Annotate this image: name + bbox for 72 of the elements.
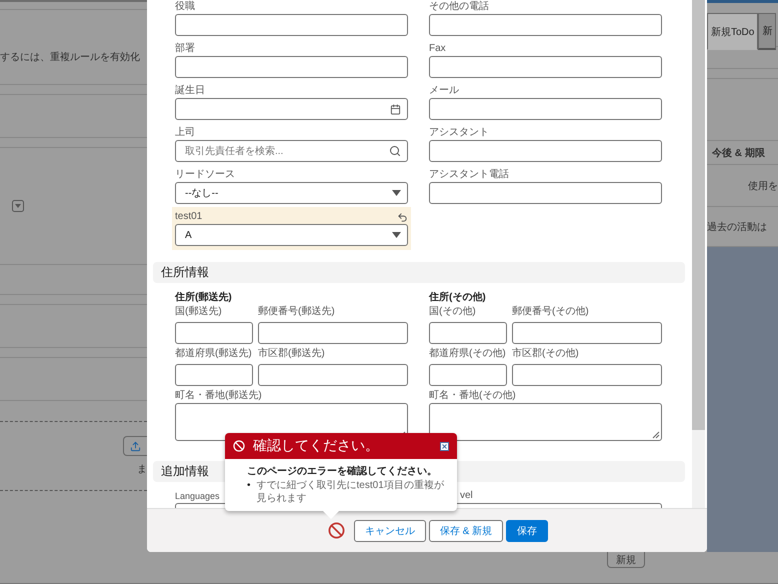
error-icon[interactable] bbox=[328, 522, 345, 539]
date-field[interactable] bbox=[175, 98, 408, 120]
search-icon[interactable] bbox=[389, 145, 401, 157]
text-field[interactable] bbox=[429, 322, 507, 344]
field-label: アシスタント電話 bbox=[429, 168, 509, 182]
field-label: 郵便番号(郵送先) bbox=[258, 305, 336, 319]
undo-icon[interactable] bbox=[397, 212, 408, 222]
field-label: 役職 bbox=[175, 0, 195, 14]
address-title: 住所(その他) bbox=[429, 291, 487, 305]
text-field[interactable] bbox=[175, 364, 253, 386]
field-label: 都道府県(その他) bbox=[429, 347, 507, 361]
dropdown-button-icon[interactable] bbox=[12, 200, 24, 212]
field-label: 町名・番地(郵送先) bbox=[175, 389, 263, 403]
field-label: 国(郵送先) bbox=[175, 305, 223, 319]
footer-button[interactable]: キャンセル bbox=[354, 520, 426, 542]
field-label: 上司 bbox=[175, 126, 195, 140]
dropdown-arrow-icon bbox=[392, 232, 401, 238]
field-label: 郵便番号(その他) bbox=[512, 305, 590, 319]
select-field[interactable]: --なし-- bbox=[175, 182, 408, 204]
field-label: Languages bbox=[175, 490, 220, 503]
field-label: 都道府県(郵送先) bbox=[175, 347, 253, 361]
text-field[interactable] bbox=[429, 56, 662, 78]
field-label: 国(その他) bbox=[429, 305, 477, 319]
text-field[interactable] bbox=[429, 140, 662, 162]
error-item: すでに紐づく取引先にtest01項目の重複が見られます bbox=[256, 479, 445, 505]
field-label: test01 bbox=[175, 210, 202, 224]
text-field[interactable] bbox=[512, 364, 662, 386]
popover-title: 確認してください。 bbox=[253, 437, 380, 455]
field-label: Fax bbox=[429, 42, 446, 56]
text-field[interactable] bbox=[175, 322, 253, 344]
dropdown-arrow-icon bbox=[392, 190, 401, 196]
activity-hint: 使用を bbox=[748, 180, 778, 192]
calendar-icon[interactable] bbox=[390, 104, 401, 114]
text-field[interactable] bbox=[175, 56, 408, 78]
error-icon bbox=[233, 440, 245, 452]
scrollbar[interactable] bbox=[692, 0, 705, 508]
text-field[interactable] bbox=[429, 14, 662, 36]
text-field[interactable] bbox=[258, 322, 408, 344]
activity-header: 今後 & 期限 bbox=[712, 146, 765, 160]
textarea-field[interactable] bbox=[429, 403, 662, 441]
text-field[interactable] bbox=[429, 98, 662, 120]
resize-grip-icon[interactable] bbox=[652, 431, 660, 439]
upload-caption: ま bbox=[137, 463, 147, 476]
past-activity-text: 過去の活動は bbox=[707, 220, 767, 234]
field-label: アシスタント bbox=[429, 126, 489, 140]
close-icon[interactable] bbox=[440, 442, 449, 450]
tab[interactable]: 新規ToDo bbox=[707, 13, 758, 50]
field-label: 誕生日 bbox=[175, 84, 205, 98]
address-title: 住所(郵送先) bbox=[175, 291, 233, 305]
text-field[interactable] bbox=[429, 182, 662, 204]
field-label: 市区郡(郵送先) bbox=[258, 347, 326, 361]
error-message: このページのエラーを確認してください。 bbox=[247, 465, 438, 479]
field-label: リードソース bbox=[175, 168, 235, 182]
text-field[interactable] bbox=[429, 364, 507, 386]
section-header: 住所情報 bbox=[153, 262, 685, 283]
footer-button[interactable]: 保存 bbox=[506, 520, 548, 542]
lookup-field[interactable]: 取引先責任者を検索... bbox=[175, 140, 408, 162]
bullet-mark: • bbox=[247, 479, 251, 493]
field-label: メール bbox=[429, 84, 459, 98]
tab[interactable]: 新 bbox=[758, 13, 776, 50]
field-label: その他の電話 bbox=[429, 0, 489, 14]
field-label: 部署 bbox=[175, 42, 195, 56]
upload-icon bbox=[130, 440, 141, 452]
field-label: 市区郡(その他) bbox=[512, 347, 580, 361]
select-field[interactable]: A bbox=[175, 224, 408, 246]
field-label: vel bbox=[460, 489, 473, 503]
text-field[interactable] bbox=[258, 364, 408, 386]
notice-text: するには、重複ルールを有効化 bbox=[0, 50, 140, 64]
text-field[interactable] bbox=[175, 14, 408, 36]
field-label: 町名・番地(その他) bbox=[429, 389, 517, 403]
text-field[interactable] bbox=[512, 322, 662, 344]
footer-button[interactable]: 保存 & 新規 bbox=[428, 520, 504, 542]
